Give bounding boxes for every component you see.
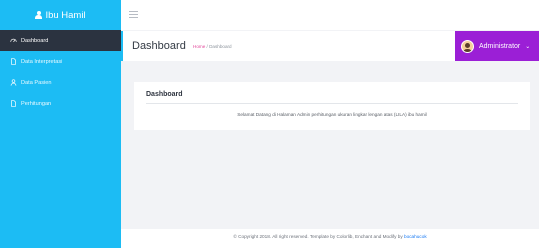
page-title: Dashboard bbox=[132, 40, 186, 52]
sidebar-item-dashboard[interactable]: Dashboard bbox=[0, 30, 121, 51]
brand[interactable]: Ibu Hamil bbox=[0, 0, 121, 30]
sidebar-item-perhitungan[interactable]: Perhitungan bbox=[0, 93, 121, 114]
page-header: Dashboard Home / Dashboard Administrator… bbox=[121, 31, 539, 61]
sidebar-item-data-interpretasi[interactable]: Data Interpretasi bbox=[0, 51, 121, 72]
author-link[interactable]: bocahucok bbox=[404, 234, 427, 239]
copyright-text: © Copyright 2018. All right reserved. Te… bbox=[233, 234, 404, 239]
sidebar-item-label: Data Pasien bbox=[21, 79, 52, 86]
top-bar bbox=[121, 0, 539, 30]
breadcrumb-home-link[interactable]: Home bbox=[193, 44, 205, 49]
chevron-down-icon: ⌄ bbox=[525, 43, 531, 50]
avatar bbox=[461, 39, 474, 53]
sidebar-item-data-pasien[interactable]: Data Pasien bbox=[0, 72, 121, 93]
dashboard-icon bbox=[10, 38, 17, 43]
document-icon bbox=[11, 100, 16, 107]
user-icon bbox=[10, 79, 17, 86]
user-name: Administrator bbox=[479, 42, 521, 50]
divider bbox=[146, 103, 518, 104]
hamburger-menu-icon[interactable] bbox=[129, 11, 138, 18]
dashboard-card: Dashboard Selamat Datang di Halaman Admi… bbox=[134, 82, 530, 130]
sidebar-item-label: Data Interpretasi bbox=[21, 58, 63, 65]
breadcrumb-separator: / bbox=[206, 44, 208, 49]
card-title: Dashboard bbox=[146, 91, 183, 98]
user-menu-button[interactable]: Administrator ⌄ bbox=[455, 31, 539, 61]
sidebar-item-label: Dashboard bbox=[21, 37, 49, 44]
sidebar: Ibu Hamil Dashboard Data Interpretasi Da… bbox=[0, 0, 121, 248]
sidebar-item-label: Perhitungan bbox=[21, 100, 52, 107]
brand-title: Ibu Hamil bbox=[45, 9, 86, 21]
footer: © Copyright 2018. All right reserved. Te… bbox=[121, 229, 539, 248]
user-logo-icon bbox=[35, 11, 43, 19]
document-icon bbox=[11, 58, 16, 65]
breadcrumb: Home / Dashboard bbox=[193, 44, 232, 49]
breadcrumb-current: Dashboard bbox=[209, 44, 232, 49]
welcome-text: Selamat Datang di Halaman Admin perhitun… bbox=[237, 112, 427, 117]
